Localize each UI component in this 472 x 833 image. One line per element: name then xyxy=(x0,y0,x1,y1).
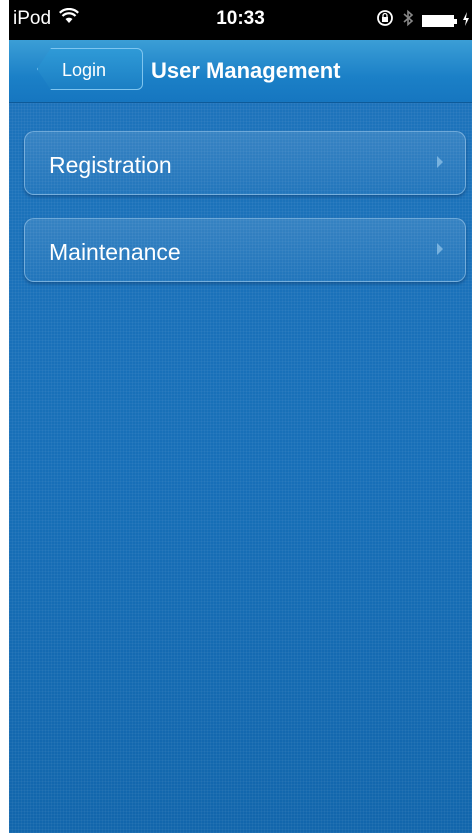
menu-item-maintenance[interactable]: Maintenance xyxy=(24,218,466,282)
menu-item-label: Maintenance xyxy=(49,239,181,265)
status-bar: iPod 10:33 xyxy=(9,0,472,40)
bluetooth-icon xyxy=(402,9,414,33)
chevron-right-icon xyxy=(437,156,443,168)
battery-icon xyxy=(422,15,457,27)
charging-icon xyxy=(462,10,470,32)
menu-item-registration[interactable]: Registration xyxy=(24,131,466,195)
navigation-bar: Login User Management xyxy=(9,40,472,103)
chevron-right-icon xyxy=(437,243,443,255)
app-screen: iPod 10:33 Login User Management Registr… xyxy=(9,0,472,833)
page-title: User Management xyxy=(151,58,341,83)
menu-list: Registration Maintenance xyxy=(9,103,472,833)
back-button[interactable]: Login xyxy=(37,48,143,90)
status-icons xyxy=(376,9,470,33)
orientation-lock-icon xyxy=(376,9,394,33)
menu-item-label: Registration xyxy=(49,152,172,178)
